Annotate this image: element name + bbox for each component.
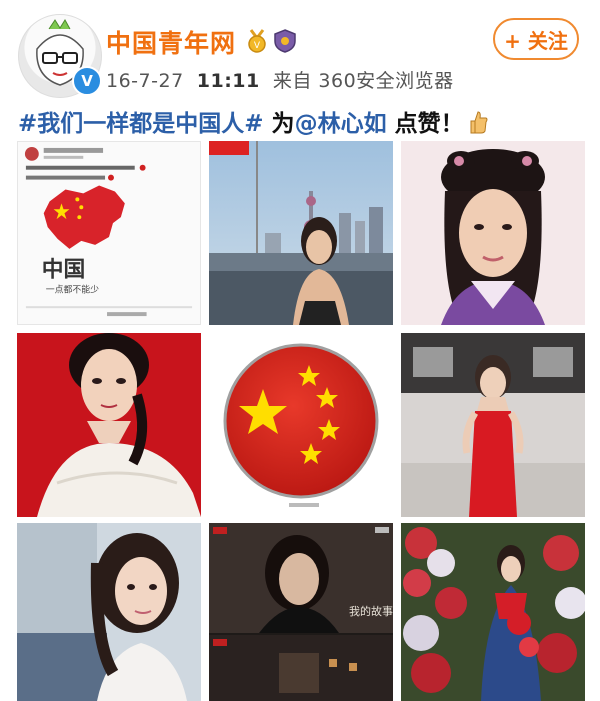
red-backdrop-portrait-photo: [17, 333, 201, 517]
image-weibo-china-map[interactable]: 中国 一点都不能少: [17, 141, 201, 325]
post-source[interactable]: 360安全浏览器: [318, 70, 453, 92]
map-subtitle-text: 一点都不能少: [46, 283, 99, 295]
china-map-post-image: 中国 一点都不能少: [18, 142, 200, 324]
image-chinese-flag-button[interactable]: [209, 333, 393, 517]
account-name[interactable]: 中国青年网: [106, 24, 236, 60]
source-prefix: 来自: [272, 70, 312, 92]
svg-text:V: V: [254, 41, 261, 51]
skyline-photo: [209, 141, 393, 325]
post-text: #我们一样都是中国人# 为@林心如 点赞！: [18, 104, 488, 138]
mention-link[interactable]: @林心如: [295, 111, 387, 137]
image-red-dress-photo[interactable]: [401, 333, 585, 517]
post-date: 16-7-27: [106, 70, 184, 92]
office-portrait-photo: [17, 523, 201, 701]
image-costume-portrait[interactable]: [401, 141, 585, 325]
image-flowers-gown[interactable]: [401, 523, 585, 701]
chinese-flag-badge-icon: [209, 333, 393, 517]
map-title-text: 中国: [42, 258, 86, 283]
costume-portrait-photo: [401, 141, 585, 325]
post-text-mid: 为: [263, 111, 295, 137]
red-dress-photo: [401, 333, 585, 517]
gold-medal-icon: V: [248, 29, 266, 53]
flowers-gown-photo: [401, 523, 585, 701]
post-time: 11:11: [196, 70, 260, 92]
post-meta: 16-7-27 11:11 来自 360安全浏览器: [106, 66, 454, 93]
image-video-stills[interactable]: 我的故事: [209, 523, 393, 701]
shield-badge-icon: [274, 29, 296, 53]
image-skyline-portrait[interactable]: [209, 141, 393, 325]
video-stills-photo: 我的故事: [209, 523, 393, 701]
post-text-end: 点赞！: [386, 111, 464, 137]
image-red-portrait[interactable]: [17, 333, 201, 517]
verified-badge-icon: V: [72, 66, 102, 96]
hashtag-link[interactable]: #我们一样都是中国人#: [18, 111, 264, 137]
image-office-portrait[interactable]: [17, 523, 201, 701]
video-caption-text: 我的故事: [349, 604, 393, 618]
thumbs-up-icon: [470, 111, 488, 134]
follow-button[interactable]: + 关注: [493, 18, 579, 60]
